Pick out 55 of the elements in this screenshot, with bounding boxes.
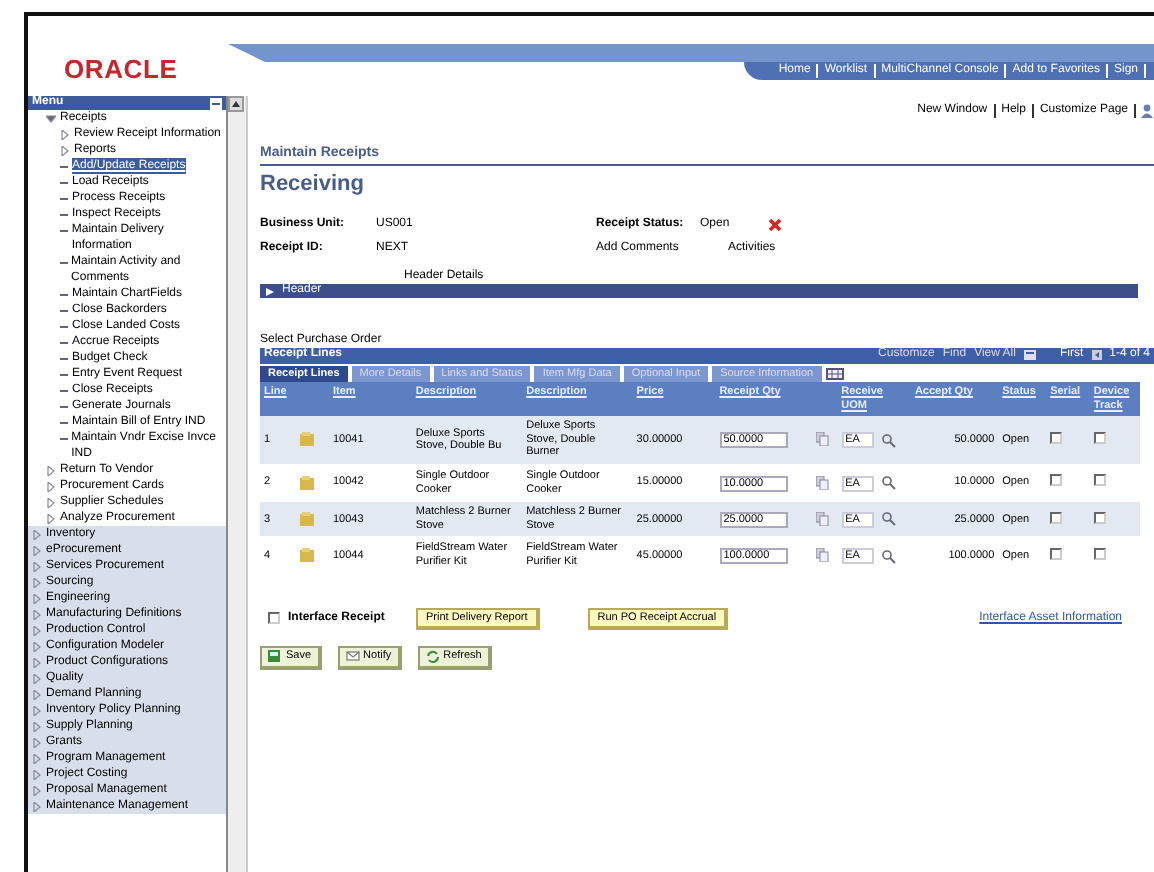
dash-icon [60, 390, 68, 393]
collapsed-triangle-icon[interactable] [46, 465, 56, 476]
dash-icon [60, 198, 68, 201]
dash-icon [60, 438, 68, 441]
device-track-checkbox[interactable] [1093, 431, 1106, 444]
save-icon[interactable] [268, 650, 282, 665]
item-icon[interactable] [300, 548, 315, 563]
dash-icon [60, 422, 68, 425]
serial-checkbox[interactable] [1050, 511, 1063, 524]
collapsed-triangle-icon[interactable] [60, 129, 70, 140]
collapsed-triangle-icon[interactable] [46, 481, 56, 492]
copy-icon[interactable] [816, 512, 830, 527]
search-icon[interactable] [881, 512, 896, 527]
dash-icon [60, 182, 68, 185]
serial-checkbox[interactable] [1050, 431, 1063, 444]
device-track-checkbox[interactable] [1093, 474, 1106, 487]
collapsed-triangle-icon[interactable] [46, 513, 56, 524]
collapse-icon[interactable] [210, 97, 222, 110]
dash-icon [60, 262, 68, 265]
serial-checkbox[interactable] [1050, 547, 1063, 560]
copy-icon[interactable] [816, 475, 830, 490]
expanded-triangle-icon[interactable] [46, 113, 56, 124]
serial-checkbox[interactable] [1050, 474, 1063, 487]
dash-icon [60, 326, 68, 329]
oracle-logo: ORACLE [64, 54, 178, 84]
device-track-checkbox[interactable] [1093, 547, 1106, 560]
dash-icon [60, 342, 68, 345]
dash-icon [60, 374, 68, 377]
collapsed-triangle-icon[interactable] [60, 145, 70, 156]
search-icon[interactable] [881, 476, 896, 491]
page-title: Receiving [260, 171, 366, 198]
dash-icon [60, 294, 68, 297]
collapsed-triangle-icon[interactable] [46, 497, 56, 508]
copy-icon[interactable] [816, 432, 830, 447]
previous-icon[interactable] [1091, 350, 1102, 361]
item-icon[interactable] [300, 475, 315, 490]
search-icon[interactable] [881, 549, 896, 564]
notify-icon[interactable] [345, 650, 360, 665]
dash-icon [60, 310, 68, 313]
copy-icon[interactable] [816, 548, 830, 563]
dash-icon [60, 214, 68, 217]
refresh-icon[interactable] [425, 650, 440, 665]
device-track-checkbox[interactable] [1093, 511, 1106, 524]
dash-icon [60, 166, 68, 169]
scroll-up-icon[interactable] [228, 96, 244, 112]
collapsed-triangle-icon[interactable] [266, 287, 274, 296]
menu-scrollbar[interactable] [228, 96, 248, 872]
delete-icon[interactable] [768, 218, 782, 233]
grid-icon[interactable] [825, 367, 844, 380]
search-icon[interactable] [881, 433, 896, 448]
interface-receipt-checkbox[interactable] [268, 612, 280, 625]
person-icon[interactable] [1140, 104, 1154, 118]
dash-icon [60, 406, 68, 409]
dash-icon [60, 358, 68, 361]
dash-icon [60, 230, 68, 233]
